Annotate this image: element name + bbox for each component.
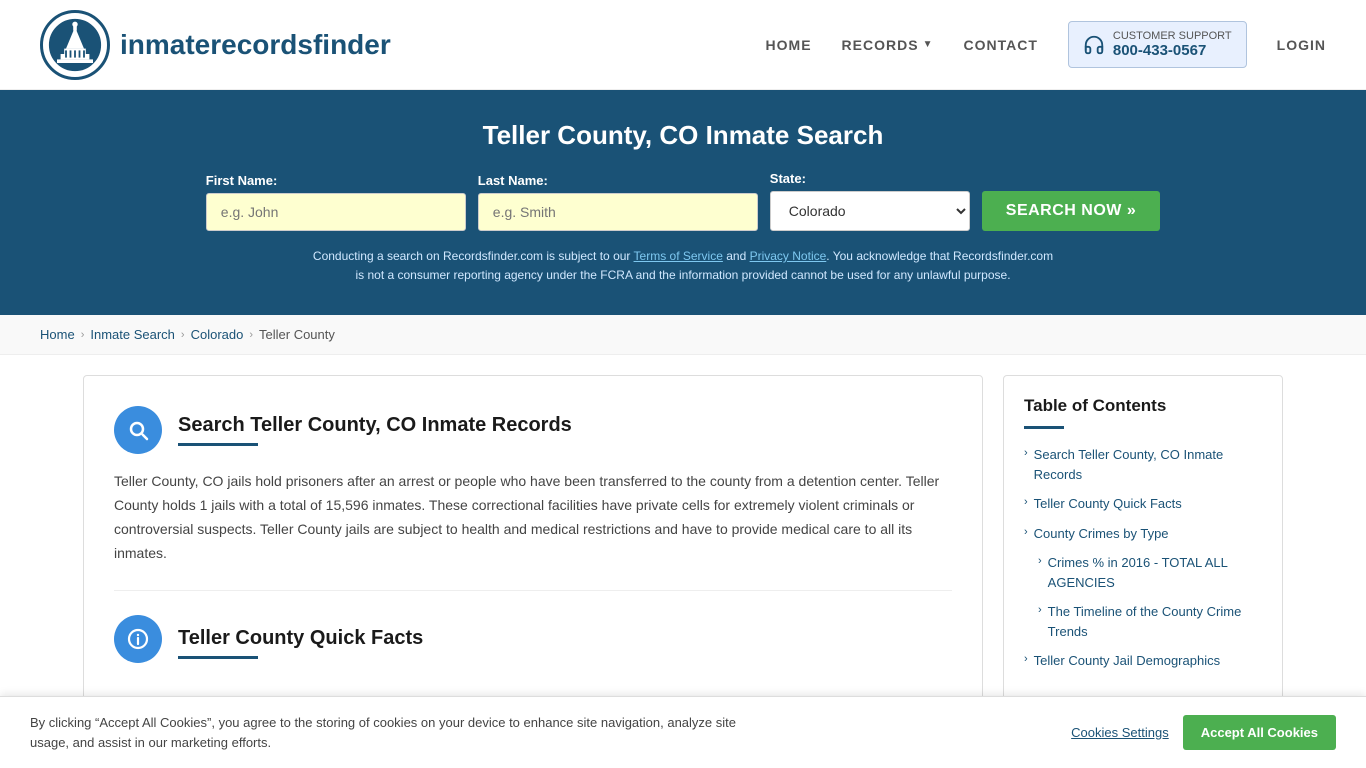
headphone-icon [1083,34,1105,56]
state-label: State: [770,171,806,186]
chevron-icon-5: › [1038,604,1042,616]
section2-title: Teller County Quick Facts [178,627,423,650]
chevron-down-icon: ▼ [923,39,934,50]
toc-item-6[interactable]: › Teller County Jail Demographics [1024,651,1262,671]
section1-underline [178,443,258,446]
last-name-input[interactable] [478,193,758,231]
section1-title: Search Teller County, CO Inmate Records [178,414,572,437]
state-select[interactable]: Colorado Alabama Alaska Arizona Californ… [770,191,970,231]
facts-section-icon [114,615,162,663]
search-form: First Name: Last Name: State: Colorado A… [208,171,1158,231]
page-title: Teller County, CO Inmate Search [40,120,1326,151]
cookie-accept-button[interactable]: Accept All Cookies [1183,715,1336,750]
support-info: CUSTOMER SUPPORT 800-433-0567 [1113,30,1232,59]
toc-item-5[interactable]: › The Timeline of the County Crime Trend… [1024,602,1262,641]
nav-home[interactable]: HOME [766,37,812,53]
hero-disclaimer: Conducting a search on Recordsfinder.com… [308,247,1058,285]
toc-item-1[interactable]: › Search Teller County, CO Inmate Record… [1024,445,1262,484]
section1-header: Search Teller County, CO Inmate Records [114,406,952,454]
toc-box: Table of Contents › Search Teller County… [1003,375,1283,702]
toc-title: Table of Contents [1024,396,1262,416]
cookie-settings-button[interactable]: Cookies Settings [1071,725,1169,740]
section-divider [114,590,952,591]
cookie-banner: By clicking “Accept All Cookies”, you ag… [0,696,1366,768]
logo-area[interactable]: inmaterecordsfinder [40,10,391,80]
toc-link-4[interactable]: Crimes % in 2016 - TOTAL ALL AGENCIES [1048,553,1262,592]
last-name-group: Last Name: [478,173,758,231]
info-icon [126,627,150,651]
first-name-label: First Name: [206,173,278,188]
section2-underline [178,656,258,659]
privacy-link[interactable]: Privacy Notice [750,249,827,263]
sidebar: Table of Contents › Search Teller County… [1003,375,1283,702]
search-button[interactable]: SEARCH NOW » [982,191,1160,231]
toc-divider [1024,426,1064,429]
search-icon [126,418,150,442]
nav-login[interactable]: LOGIN [1277,37,1326,53]
breadcrumb: Home › Inmate Search › Colorado › Teller… [0,315,1366,355]
section2-header: Teller County Quick Facts [114,615,952,663]
breadcrumb-sep-3: › [249,329,253,341]
section2-title-block: Teller County Quick Facts [178,619,423,659]
cookie-actions: Cookies Settings Accept All Cookies [1071,715,1336,750]
last-name-label: Last Name: [478,173,548,188]
nav-contact[interactable]: CONTACT [963,37,1037,53]
breadcrumb-colorado[interactable]: Colorado [191,327,244,342]
nav-records[interactable]: RECORDS ▼ [842,37,934,53]
toc-link-2[interactable]: Teller County Quick Facts [1034,494,1182,514]
main-content: Search Teller County, CO Inmate Records … [43,375,1323,719]
first-name-group: First Name: [206,173,466,231]
toc-link-6[interactable]: Teller County Jail Demographics [1034,651,1220,671]
content-left: Search Teller County, CO Inmate Records … [83,375,983,719]
logo-icon [40,10,110,80]
terms-link[interactable]: Terms of Service [634,249,723,263]
section1-title-block: Search Teller County, CO Inmate Records [178,414,572,446]
cookie-text: By clicking “Accept All Cookies”, you ag… [30,713,750,752]
hero-section: Teller County, CO Inmate Search First Na… [0,90,1366,315]
state-group: State: Colorado Alabama Alaska Arizona C… [770,171,970,231]
section2-partial: Teller County Quick Facts [114,615,952,689]
first-name-input[interactable] [206,193,466,231]
main-nav: HOME RECORDS ▼ CONTACT CUSTOMER SUPPORT … [766,21,1326,68]
breadcrumb-home[interactable]: Home [40,327,75,342]
chevron-icon-1: › [1024,447,1028,459]
site-header: inmaterecordsfinder HOME RECORDS ▼ CONTA… [0,0,1366,90]
breadcrumb-sep-2: › [181,329,185,341]
chevron-icon-3: › [1024,526,1028,538]
search-section-icon [114,406,162,454]
chevron-icon-6: › [1024,653,1028,665]
toc-link-3[interactable]: County Crimes by Type [1034,524,1169,544]
logo-text: inmaterecordsfinder [120,29,391,61]
section1-body: Teller County, CO jails hold prisoners a… [114,470,952,565]
toc-item-2[interactable]: › Teller County Quick Facts [1024,494,1262,514]
toc-link-1[interactable]: Search Teller County, CO Inmate Records [1034,445,1262,484]
customer-support-box[interactable]: CUSTOMER SUPPORT 800-433-0567 [1068,21,1247,68]
toc-item-3[interactable]: › County Crimes by Type [1024,524,1262,544]
chevron-icon-2: › [1024,496,1028,508]
breadcrumb-sep-1: › [81,329,85,341]
toc-link-5[interactable]: The Timeline of the County Crime Trends [1048,602,1262,641]
toc-item-4[interactable]: › Crimes % in 2016 - TOTAL ALL AGENCIES [1024,553,1262,592]
breadcrumb-inmate-search[interactable]: Inmate Search [90,327,175,342]
chevron-icon-4: › [1038,555,1042,567]
breadcrumb-current: Teller County [259,327,335,342]
